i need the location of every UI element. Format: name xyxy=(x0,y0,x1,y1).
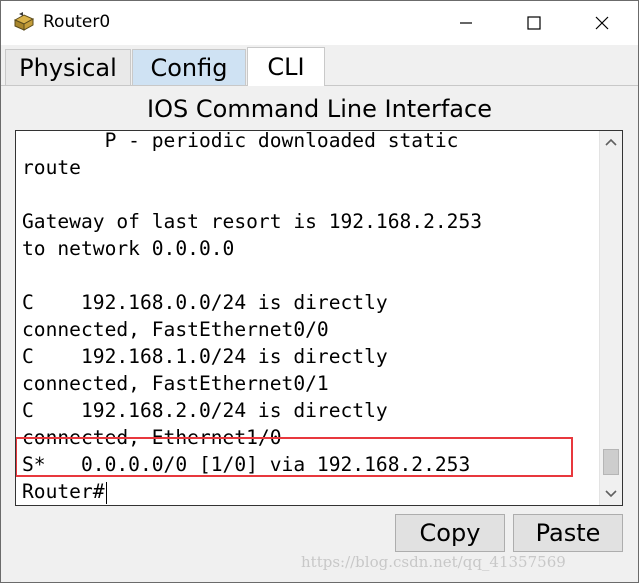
terminal-line: connected, FastEthernet0/0 xyxy=(22,318,329,341)
terminal-line: connected, Ethernet1/0 xyxy=(22,426,282,449)
terminal-line: route xyxy=(22,156,81,179)
router-icon xyxy=(13,12,35,31)
terminal-prompt-line[interactable]: Router# xyxy=(22,478,600,505)
cli-panel: IOS Command Line Interface P - periodic … xyxy=(1,86,638,582)
tab-physical[interactable]: Physical xyxy=(5,49,131,85)
tab-config[interactable]: Config xyxy=(132,49,246,85)
terminal-line: connected, FastEthernet0/1 xyxy=(22,372,329,395)
terminal-line: to network 0.0.0.0 xyxy=(22,237,235,260)
cli-terminal[interactable]: P - periodic downloaded static route Gat… xyxy=(15,130,623,506)
router-window: Router0 Physical Config CLI IOS Command … xyxy=(0,0,639,583)
terminal-scrollbar[interactable] xyxy=(599,131,622,505)
title-bar: Router0 xyxy=(1,1,638,45)
copy-button[interactable]: Copy xyxy=(395,514,505,552)
terminal-line: C 192.168.1.0/24 is directly xyxy=(22,345,388,368)
terminal-line: C 192.168.2.0/24 is directly xyxy=(22,399,388,422)
close-icon xyxy=(595,16,609,30)
terminal-line-default-route: S* 0.0.0.0/0 [1/0] via 192.168.2.253 xyxy=(22,453,471,476)
maximize-icon xyxy=(527,16,541,30)
scroll-up-button[interactable] xyxy=(600,131,622,153)
scroll-thumb[interactable] xyxy=(603,449,619,475)
watermark: https://blog.csdn.net/qq_41357569 xyxy=(301,553,566,571)
terminal-line: Gateway of last resort is 192.168.2.253 xyxy=(22,210,483,233)
terminal-line: C 192.168.0.0/24 is directly xyxy=(22,291,388,314)
scroll-down-button[interactable] xyxy=(600,483,622,505)
tab-cli[interactable]: CLI xyxy=(247,47,325,86)
chevron-down-icon xyxy=(605,490,617,498)
window-title: Router0 xyxy=(43,12,111,32)
tab-bar: Physical Config CLI xyxy=(1,45,638,86)
minimize-icon xyxy=(460,22,472,24)
close-button[interactable] xyxy=(579,1,625,45)
paste-button[interactable]: Paste xyxy=(513,514,623,552)
cli-title: IOS Command Line Interface xyxy=(147,95,492,123)
terminal-output: P - periodic downloaded static route Gat… xyxy=(22,130,600,505)
maximize-button[interactable] xyxy=(511,1,557,45)
minimize-button[interactable] xyxy=(443,1,489,45)
chevron-up-icon xyxy=(605,138,617,146)
text-cursor xyxy=(105,481,107,504)
terminal-line: P - periodic downloaded static xyxy=(22,130,459,152)
cli-prompt: Router# xyxy=(22,480,105,503)
